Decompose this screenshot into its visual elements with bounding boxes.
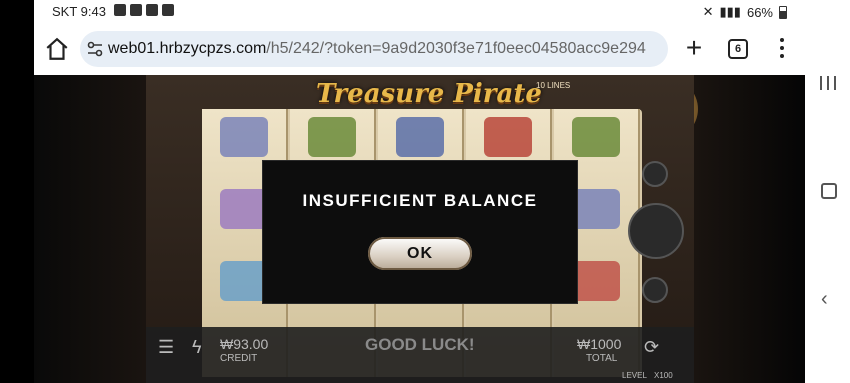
more-menu-button[interactable]	[776, 34, 788, 64]
letter-symbol	[572, 261, 620, 301]
site-settings-icon[interactable]	[86, 40, 104, 58]
spin-button[interactable]	[628, 203, 684, 259]
map-symbol	[572, 189, 620, 229]
status-bar: SKT 9:43 ✕ ▮▮▮ 66%	[34, 0, 805, 24]
lines-badge: 10 LINES	[536, 81, 571, 90]
bet-plus-button[interactable]	[642, 161, 668, 187]
screen-left-edge	[0, 0, 34, 383]
url-path: /h5/242/?token=9a9d2030f3e71f0eec04580ac…	[266, 40, 646, 57]
back-button[interactable]: ‹	[821, 288, 828, 311]
toolbar: web01.hrbzycpzs.com/h5/242/?token=9a9d20…	[34, 28, 805, 70]
signal-icon: ▮▮▮	[719, 4, 741, 19]
home-button[interactable]	[821, 183, 837, 199]
recent-apps-button[interactable]	[820, 76, 836, 90]
credit-value: ₩93.00	[220, 336, 269, 352]
new-tab-button[interactable]: +	[680, 32, 708, 64]
spyglass-symbol	[572, 117, 620, 157]
credit-label: CREDIT	[220, 353, 258, 364]
ok-button[interactable]: OK	[368, 237, 472, 270]
dialog-message: INSUFFICIENT BALANCE	[302, 191, 538, 210]
game-logo: Treasure Pirate	[316, 79, 542, 109]
game-backdrop-right	[694, 75, 805, 383]
insufficient-balance-dialog: INSUFFICIENT BALANCE OK	[262, 160, 578, 304]
notification-icons	[114, 4, 174, 16]
bet-minus-button[interactable]	[642, 277, 668, 303]
game-bottom-bar: ☰ ϟ ₩93.00 CREDIT GOOD LUCK! ₩1000 TOTAL…	[146, 327, 694, 383]
url-domain: web01.hrbzycpzs.com	[108, 40, 267, 57]
status-message: GOOD LUCK!	[365, 335, 475, 354]
notification-icon	[114, 4, 126, 16]
level-label: LEVEL	[622, 371, 647, 380]
chat-icon	[146, 4, 158, 16]
game-backdrop-left	[34, 75, 146, 383]
status-right: ✕ ▮▮▮ 66%	[703, 4, 787, 20]
battery-icon	[779, 5, 787, 19]
level-multiplier: X100	[654, 371, 673, 380]
hook-symbol	[396, 117, 444, 157]
cloud-icon	[162, 4, 174, 16]
tab-switcher-button[interactable]: 6	[728, 39, 748, 59]
total-label: TOTAL	[586, 353, 618, 364]
game-menu-icon[interactable]: ☰	[158, 337, 174, 358]
battery-percent: 66%	[746, 4, 773, 20]
ship-symbol	[484, 117, 532, 157]
browser-chrome: SKT 9:43 ✕ ▮▮▮ 66% web01.hrbzycpzs.com/h…	[34, 0, 805, 75]
status-time: SKT 9:43	[52, 4, 106, 19]
letter-symbol	[220, 189, 268, 229]
spyglass-symbol	[308, 117, 356, 157]
url-text[interactable]: web01.hrbzycpzs.com/h5/242/?token=9a9d20…	[108, 40, 646, 58]
total-value: ₩1000	[577, 336, 622, 352]
address-bar[interactable]: web01.hrbzycpzs.com/h5/242/?token=9a9d20…	[80, 31, 668, 67]
image-icon	[130, 4, 142, 16]
letter-symbol	[220, 261, 268, 301]
android-nav-bar: ‹	[805, 0, 850, 383]
home-icon[interactable]	[44, 36, 70, 62]
map-symbol	[220, 117, 268, 157]
autoplay-icon[interactable]: ⟳	[644, 337, 659, 358]
turbo-icon[interactable]: ϟ	[192, 337, 202, 358]
mute-icon: ✕	[702, 4, 714, 19]
